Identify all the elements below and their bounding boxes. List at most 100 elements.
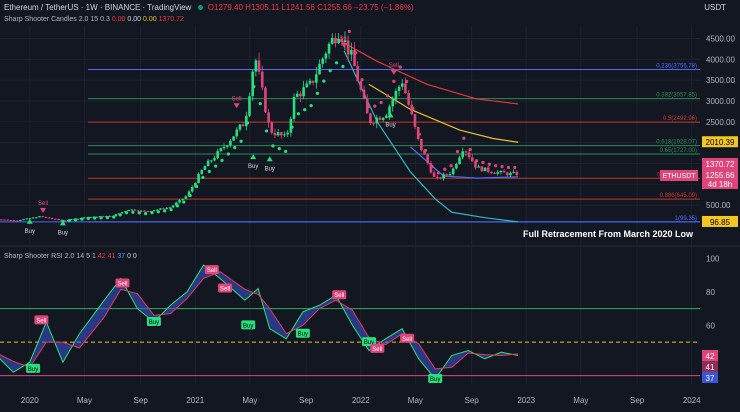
trail-dot [194,184,199,189]
candle-body [248,96,251,116]
indicator-rsi-legend[interactable]: Sharp Shooter RSI 2.0 14 5 1 42 41 37 0 … [4,253,137,260]
candle-body [330,37,334,44]
currency-label[interactable]: USDT [704,3,726,12]
candle-body [222,146,226,149]
x-tick-label: Sep [134,396,149,405]
trail-dot [112,215,116,219]
trail-dot [481,160,485,165]
candle-body [413,114,417,127]
indicator-candles-legend[interactable]: Sharp Shooter Candles 2.0 15 0.3 0.00 0.… [4,16,184,23]
trail-dot [487,162,491,166]
buy-signal-label: Buy [265,166,275,172]
candle-body [38,216,41,218]
y-tick-label: 4000.00 [706,55,735,64]
y-tick-label: 3000.00 [706,97,735,106]
candle-body [315,74,318,83]
trail-dot [156,210,160,214]
rsi-value-2: 41 [107,253,116,260]
candle-body [283,134,286,136]
candle-body [292,96,296,119]
trail-dot [182,200,186,204]
rsi-line [0,264,519,380]
candle-body [47,217,51,219]
chart-canvas[interactable]: 0.236(3756.78) 0.382(3057.85) 0.5(2492.96)… [0,0,740,412]
candle-body [391,99,395,107]
trail-dot [296,112,300,116]
trail-dot [328,68,332,73]
trail-dot [277,147,281,151]
rsi-signal-text: Sell [117,281,127,287]
trail-dot [245,121,250,125]
price-axis-badge-text: 1370.72 [706,160,735,169]
candle-body [493,173,496,175]
x-tick-label: May [573,396,588,405]
candle-body [184,196,188,199]
candle-body [458,157,461,165]
candle-body [375,117,379,124]
trail-dot [392,79,396,83]
buy-arrow-icon [250,154,257,160]
candle-body [31,217,35,219]
candle-body [15,220,19,222]
rsi-signal-text: Sell [372,347,382,353]
trail-dot [455,149,460,154]
x-tick-label: 2020 [21,396,39,405]
rsi-name: Sharp Shooter RSI 2.0 [4,253,75,260]
trail-dot [131,210,135,214]
trail-dot [449,164,453,168]
symbol-tag-text: ETHUSDT [662,173,696,180]
trail-dot [220,158,224,162]
candle-body [139,210,143,212]
sell-signal-label: Sell [389,63,399,69]
buy-signal-label: Buy [248,164,258,170]
candle-body [57,218,60,220]
fib-level-label: 0.236(3756.78) [656,63,697,69]
trail-dot [373,104,377,108]
rsi-signal-text: Sell [402,337,412,343]
candle-body [127,210,130,212]
x-tick-label: May [242,396,257,405]
candle-body [171,205,175,208]
y-tick-label: 500.00 [706,201,731,210]
candle-body [512,171,515,173]
trail-dot [398,65,402,69]
candle-body [216,151,219,159]
candle-body [407,93,410,105]
x-tick-label: 2024 [683,396,701,405]
candle-body [455,164,458,169]
trail-dot [105,216,110,220]
candle-body [41,216,44,218]
rsi-cloud [0,265,518,379]
candle-body [3,219,6,221]
candle-body [200,169,204,175]
x-tick-label: 2021 [186,396,204,405]
candle-body [34,217,38,219]
candle-body [356,66,360,82]
candle-body [445,174,449,176]
market-status-icon [197,5,203,11]
candle-body [178,199,181,203]
candle-body [181,198,184,200]
trail-dot [175,204,180,208]
indicator-value-4: 1370.72 [158,16,184,23]
rsi-axis-badge-text: 37 [706,374,715,383]
candle-body [206,160,210,167]
candle-body [378,117,382,120]
candle-body [334,37,337,44]
candle-body [9,220,13,222]
candle-body [203,166,207,170]
candle-body [461,151,465,158]
candle-body [369,113,372,124]
candle-body [270,122,274,133]
fib-level-label: 0.5(2492.96) [663,116,697,122]
candle-body [273,132,277,136]
trail-dot [188,193,192,198]
trail-dot [290,125,294,129]
indicator-value-2: 0.00 [127,16,142,23]
candle-body [152,210,156,212]
trail-dot [347,29,351,34]
candle-body [324,53,328,59]
candle-body [159,208,162,210]
candle-body [515,171,519,176]
symbol-title[interactable]: Ethereum / TetherUS · 1W · BINANCE · Tra… [4,3,191,12]
